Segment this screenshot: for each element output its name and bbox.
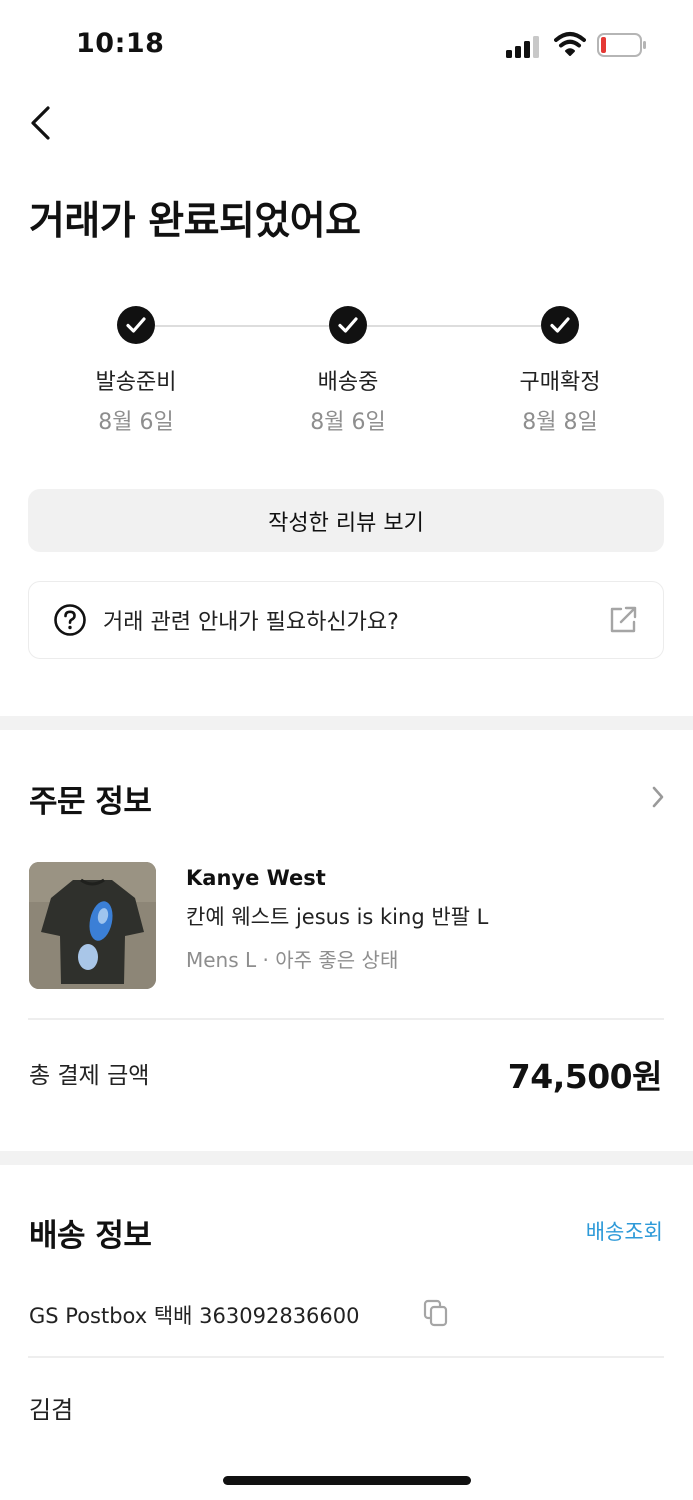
step-label: 발송준비: [95, 370, 177, 395]
section-divider: [0, 1151, 693, 1165]
status-bar: 10:18: [0, 0, 693, 90]
transaction-guide-link[interactable]: 거래 관련 안내가 필요하신가요?: [28, 581, 664, 659]
chevron-left-icon: [31, 106, 50, 140]
track-shipment-link[interactable]: 배송조회: [586, 1216, 663, 1246]
battery-icon: [597, 33, 646, 57]
copy-icon[interactable]: [422, 1298, 450, 1328]
step-date: 8월 8일: [522, 410, 598, 435]
product-options: Mens L · 아주 좋은 상태: [186, 948, 399, 972]
guide-label: 거래 관련 안내가 필요하신가요?: [103, 610, 399, 635]
external-link-icon: [610, 606, 637, 633]
chevron-right-icon[interactable]: [646, 784, 670, 810]
check-icon: [541, 306, 579, 344]
step-date: 8월 6일: [98, 410, 174, 435]
order-progress: 발송준비 8월 6일 배송중 8월 6일 구매확정 8월 8일: [0, 300, 693, 440]
recipient-name: 김겸: [29, 1396, 74, 1424]
step-date: 8월 6일: [310, 410, 386, 435]
product-image[interactable]: [29, 862, 156, 989]
step-purchase-confirmed: 구매확정 8월 8일: [480, 300, 640, 436]
check-icon: [117, 306, 155, 344]
total-amount: 74,500원: [507, 1057, 663, 1096]
total-label: 총 결제 금액: [29, 1063, 150, 1089]
step-in-transit: 배송중 8월 6일: [268, 300, 428, 436]
tracking-number: GS Postbox 택배 363092836600: [29, 1304, 360, 1328]
status-time: 10:18: [76, 28, 165, 59]
cellular-signal-icon: [506, 34, 544, 58]
order-info-title: 주문 정보: [29, 784, 152, 820]
step-shipping-ready: 발송준비 8월 6일: [56, 300, 216, 436]
wifi-icon: [554, 32, 586, 56]
divider-line: [28, 1018, 664, 1020]
section-divider: [0, 716, 693, 730]
divider-line: [28, 1356, 664, 1358]
step-label: 구매확정: [519, 370, 601, 395]
product-brand: Kanye West: [186, 866, 326, 890]
back-button[interactable]: [20, 98, 60, 148]
step-label: 배송중: [317, 370, 379, 395]
home-indicator: [223, 1476, 471, 1485]
view-review-button[interactable]: 작성한 리뷰 보기: [28, 489, 664, 552]
product-name: 칸예 웨스트 jesus is king 반팔 L: [186, 905, 489, 929]
help-circle-icon: [54, 604, 86, 636]
shipping-info-title: 배송 정보: [29, 1218, 152, 1254]
check-icon: [329, 306, 367, 344]
tshirt-photo-icon: [29, 862, 156, 989]
page-title: 거래가 완료되었어요: [29, 199, 361, 244]
